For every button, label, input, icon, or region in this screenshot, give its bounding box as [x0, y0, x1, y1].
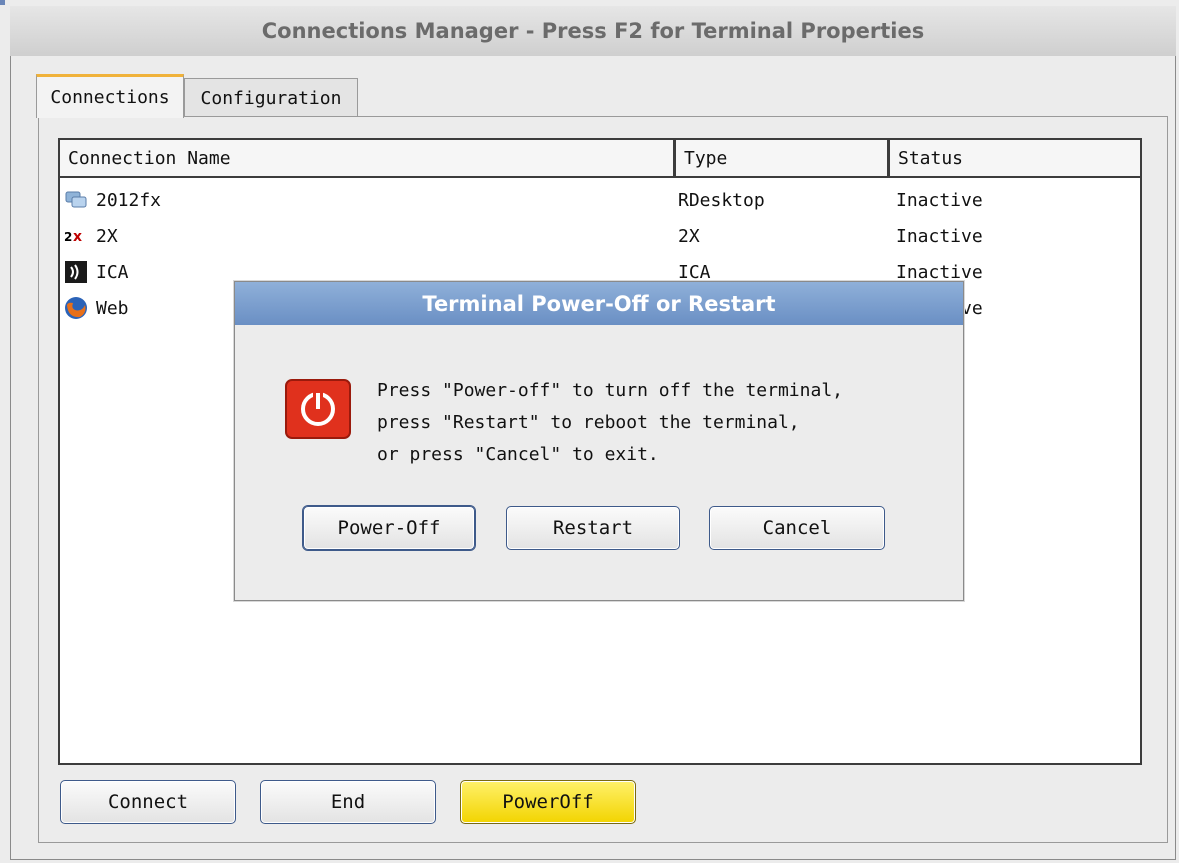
connect-button[interactable]: Connect [60, 780, 236, 824]
dialog-message-line: or press "Cancel" to exit. [377, 444, 659, 465]
table-row[interactable]: 2012fx RDesktop Inactive [60, 182, 1140, 218]
tab-connections[interactable]: Connections [36, 74, 184, 118]
svg-text:2: 2 [64, 230, 72, 244]
column-header-name[interactable]: Connection Name [60, 140, 676, 178]
connection-status: Inactive [896, 189, 983, 211]
dialog-cancel-label: Cancel [762, 517, 832, 539]
dialog-restart-button[interactable]: Restart [506, 506, 680, 550]
end-button-label: End [330, 791, 366, 813]
column-header-status-label: Status [898, 147, 964, 169]
window-corner [0, 0, 5, 5]
dialog-cancel-button[interactable]: Cancel [709, 506, 885, 550]
ica-icon [65, 261, 87, 283]
column-header-name-label: Connection Name [68, 147, 231, 169]
connect-button-label: Connect [107, 791, 189, 813]
dialog-message-line: Press "Power-off" to turn off the termin… [377, 380, 843, 401]
dialog-poweroff-label: Power-Off [337, 517, 441, 539]
2x-icon: 2 x [64, 229, 82, 245]
table-row[interactable]: 2 x 2X 2X Inactive [60, 218, 1140, 254]
connection-status: Inactive [896, 225, 983, 247]
tab-connections-label: Connections [50, 87, 170, 108]
dialog-restart-label: Restart [552, 517, 634, 539]
power-icon [285, 379, 351, 439]
svg-text:x: x [73, 229, 82, 245]
connection-name: ICA [96, 261, 129, 283]
end-button[interactable]: End [260, 780, 436, 824]
power-dialog: Terminal Power-Off or Restart Press "Pow… [234, 281, 964, 601]
tab-configuration[interactable]: Configuration [184, 78, 358, 118]
connection-name: 2X [96, 225, 118, 247]
dialog-message-line: press "Restart" to reboot the terminal, [377, 412, 800, 433]
connection-type: RDesktop [678, 189, 765, 211]
dialog-poweroff-button[interactable]: Power-Off [303, 506, 475, 550]
column-header-type-label: Type [684, 147, 728, 169]
column-header-status[interactable]: Status [890, 140, 1140, 178]
tab-configuration-label: Configuration [200, 88, 342, 109]
connection-type: 2X [678, 225, 700, 247]
connection-name: 2012fx [96, 189, 162, 211]
dialog-title: Terminal Power-Off or Restart [235, 282, 963, 325]
window-title: Connections Manager - Press F2 for Termi… [10, 6, 1176, 57]
rdesktop-icon [65, 191, 87, 208]
poweroff-button-label: PowerOff [502, 791, 594, 813]
firefox-icon [65, 297, 87, 319]
poweroff-button[interactable]: PowerOff [460, 780, 636, 824]
column-header-type[interactable]: Type [676, 140, 890, 178]
connection-name: Web [96, 297, 129, 319]
